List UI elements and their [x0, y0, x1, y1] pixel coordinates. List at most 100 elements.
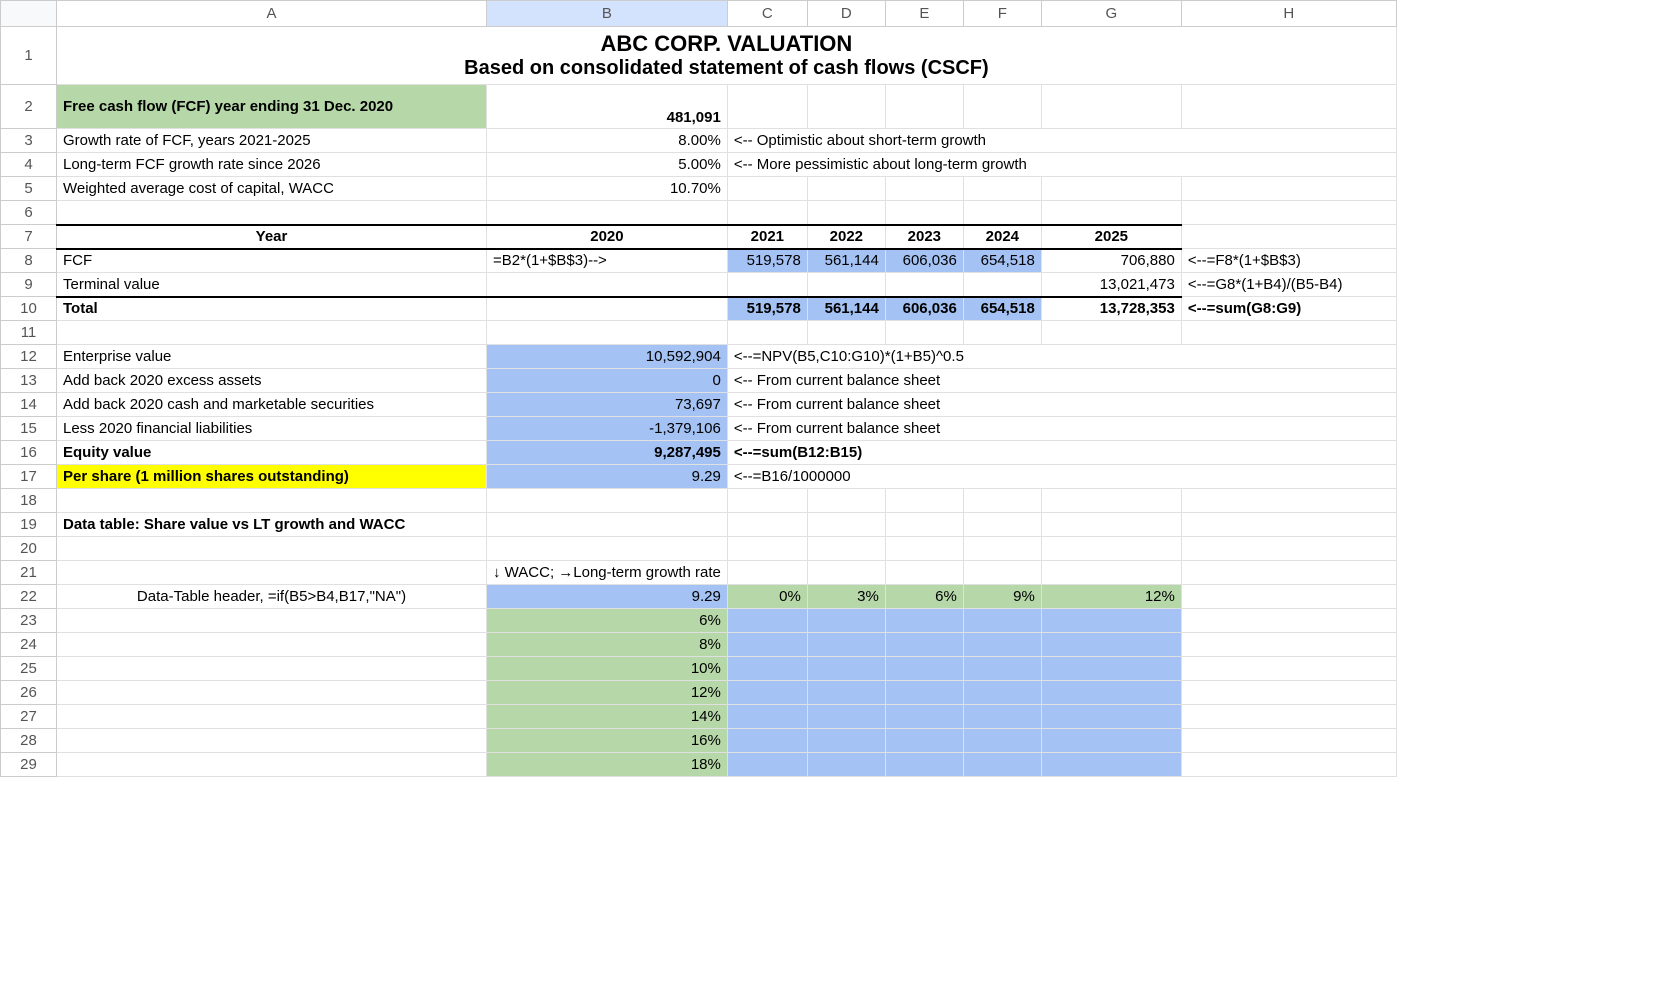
cell-E26[interactable]: [885, 681, 963, 705]
cell-A28[interactable]: [57, 729, 487, 753]
cell-C16[interactable]: <--=sum(B12:B15): [727, 441, 1396, 465]
cell-F26[interactable]: [963, 681, 1041, 705]
cell-E27[interactable]: [885, 705, 963, 729]
cell-D2[interactable]: [807, 85, 885, 129]
cell-G23[interactable]: [1041, 609, 1181, 633]
cell-C7[interactable]: 2021: [727, 225, 807, 249]
cell-F27[interactable]: [963, 705, 1041, 729]
cell-A21[interactable]: [57, 561, 487, 585]
col-header-B[interactable]: B: [487, 1, 728, 27]
cell-G21[interactable]: [1041, 561, 1181, 585]
cell-F22[interactable]: 9%: [963, 585, 1041, 609]
cell-H27[interactable]: [1181, 705, 1396, 729]
cell-E9[interactable]: [885, 273, 963, 297]
cell-C27[interactable]: [727, 705, 807, 729]
cell-B8[interactable]: =B2*(1+$B$3)-->: [487, 249, 728, 273]
cell-F20[interactable]: [963, 537, 1041, 561]
cell-E5[interactable]: [885, 177, 963, 201]
col-header-C[interactable]: C: [727, 1, 807, 27]
row-header-15[interactable]: 15: [1, 417, 57, 441]
cell-H5[interactable]: [1181, 177, 1396, 201]
cell-A3[interactable]: Growth rate of FCF, years 2021-2025: [57, 129, 487, 153]
cell-D19[interactable]: [807, 513, 885, 537]
cell-D18[interactable]: [807, 489, 885, 513]
cell-D5[interactable]: [807, 177, 885, 201]
cell-D10[interactable]: 561,144: [807, 297, 885, 321]
cell-B17[interactable]: 9.29: [487, 465, 728, 489]
cell-F18[interactable]: [963, 489, 1041, 513]
cell-F24[interactable]: [963, 633, 1041, 657]
cell-E2[interactable]: [885, 85, 963, 129]
cell-A19[interactable]: Data table: Share value vs LT growth and…: [57, 513, 487, 537]
cell-A24[interactable]: [57, 633, 487, 657]
cell-A15[interactable]: Less 2020 financial liabilities: [57, 417, 487, 441]
cell-A4[interactable]: Long-term FCF growth rate since 2026: [57, 153, 487, 177]
cell-G9[interactable]: 13,021,473: [1041, 273, 1181, 297]
cell-D23[interactable]: [807, 609, 885, 633]
row-header-11[interactable]: 11: [1, 321, 57, 345]
cell-E29[interactable]: [885, 753, 963, 777]
row-header-27[interactable]: 27: [1, 705, 57, 729]
cell-A26[interactable]: [57, 681, 487, 705]
row-header-24[interactable]: 24: [1, 633, 57, 657]
select-all-corner[interactable]: [1, 1, 57, 27]
row-header-29[interactable]: 29: [1, 753, 57, 777]
cell-B27[interactable]: 14%: [487, 705, 728, 729]
col-header-D[interactable]: D: [807, 1, 885, 27]
cell-B25[interactable]: 10%: [487, 657, 728, 681]
cell-H26[interactable]: [1181, 681, 1396, 705]
cell-B23[interactable]: 6%: [487, 609, 728, 633]
cell-F9[interactable]: [963, 273, 1041, 297]
cell-C26[interactable]: [727, 681, 807, 705]
col-header-F[interactable]: F: [963, 1, 1041, 27]
cell-G29[interactable]: [1041, 753, 1181, 777]
cell-H21[interactable]: [1181, 561, 1396, 585]
cell-F25[interactable]: [963, 657, 1041, 681]
cell-A16[interactable]: Equity value: [57, 441, 487, 465]
cell-A5[interactable]: Weighted average cost of capital, WACC: [57, 177, 487, 201]
cell-E7[interactable]: 2023: [885, 225, 963, 249]
cell-F6[interactable]: [963, 201, 1041, 225]
cell-H19[interactable]: [1181, 513, 1396, 537]
cell-F29[interactable]: [963, 753, 1041, 777]
row-header-28[interactable]: 28: [1, 729, 57, 753]
cell-E20[interactable]: [885, 537, 963, 561]
cell-H25[interactable]: [1181, 657, 1396, 681]
cell-F7[interactable]: 2024: [963, 225, 1041, 249]
cell-G2[interactable]: [1041, 85, 1181, 129]
cell-C28[interactable]: [727, 729, 807, 753]
cell-C22[interactable]: 0%: [727, 585, 807, 609]
cell-A14[interactable]: Add back 2020 cash and marketable securi…: [57, 393, 487, 417]
title-cell[interactable]: ABC CORP. VALUATION Based on consolidate…: [57, 27, 1397, 85]
cell-G19[interactable]: [1041, 513, 1181, 537]
cell-F8[interactable]: 654,518: [963, 249, 1041, 273]
cell-C8[interactable]: 519,578: [727, 249, 807, 273]
cell-B14[interactable]: 73,697: [487, 393, 728, 417]
cell-C14[interactable]: <-- From current balance sheet: [727, 393, 1396, 417]
row-header-10[interactable]: 10: [1, 297, 57, 321]
cell-D26[interactable]: [807, 681, 885, 705]
row-header-3[interactable]: 3: [1, 129, 57, 153]
cell-F2[interactable]: [963, 85, 1041, 129]
row-header-22[interactable]: 22: [1, 585, 57, 609]
col-header-A[interactable]: A: [57, 1, 487, 27]
cell-D27[interactable]: [807, 705, 885, 729]
cell-A6[interactable]: [57, 201, 487, 225]
cell-G5[interactable]: [1041, 177, 1181, 201]
row-header-20[interactable]: 20: [1, 537, 57, 561]
cell-D8[interactable]: 561,144: [807, 249, 885, 273]
cell-C20[interactable]: [727, 537, 807, 561]
row-header-4[interactable]: 4: [1, 153, 57, 177]
cell-C25[interactable]: [727, 657, 807, 681]
cell-G27[interactable]: [1041, 705, 1181, 729]
cell-B16[interactable]: 9,287,495: [487, 441, 728, 465]
cell-H24[interactable]: [1181, 633, 1396, 657]
cell-E28[interactable]: [885, 729, 963, 753]
cell-H6[interactable]: [1181, 201, 1396, 225]
cell-A12[interactable]: Enterprise value: [57, 345, 487, 369]
cell-A17[interactable]: Per share (1 million shares outstanding): [57, 465, 487, 489]
row-header-14[interactable]: 14: [1, 393, 57, 417]
cell-E24[interactable]: [885, 633, 963, 657]
cell-H9[interactable]: <--=G8*(1+B4)/(B5-B4): [1181, 273, 1396, 297]
cell-F10[interactable]: 654,518: [963, 297, 1041, 321]
